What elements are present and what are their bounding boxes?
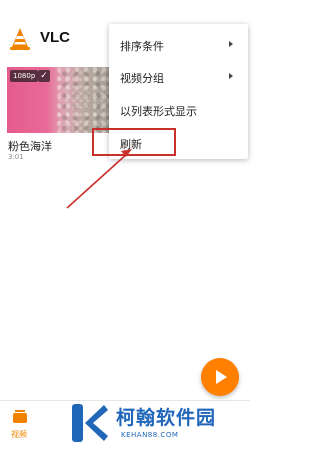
tab-video[interactable]: 视频: [0, 401, 40, 450]
watermark-subtitle: KEHAN88.COM: [121, 431, 179, 439]
video-folder-icon: [13, 410, 27, 423]
watermark-title: 柯翰软件园: [116, 407, 217, 429]
kehan-logo-icon: [72, 404, 108, 442]
play-icon: [216, 370, 227, 384]
watermark: 柯翰软件园 KEHAN88.COM: [70, 398, 240, 446]
tab-video-label: 视频: [11, 430, 27, 439]
play-fab-button[interactable]: [201, 358, 239, 396]
